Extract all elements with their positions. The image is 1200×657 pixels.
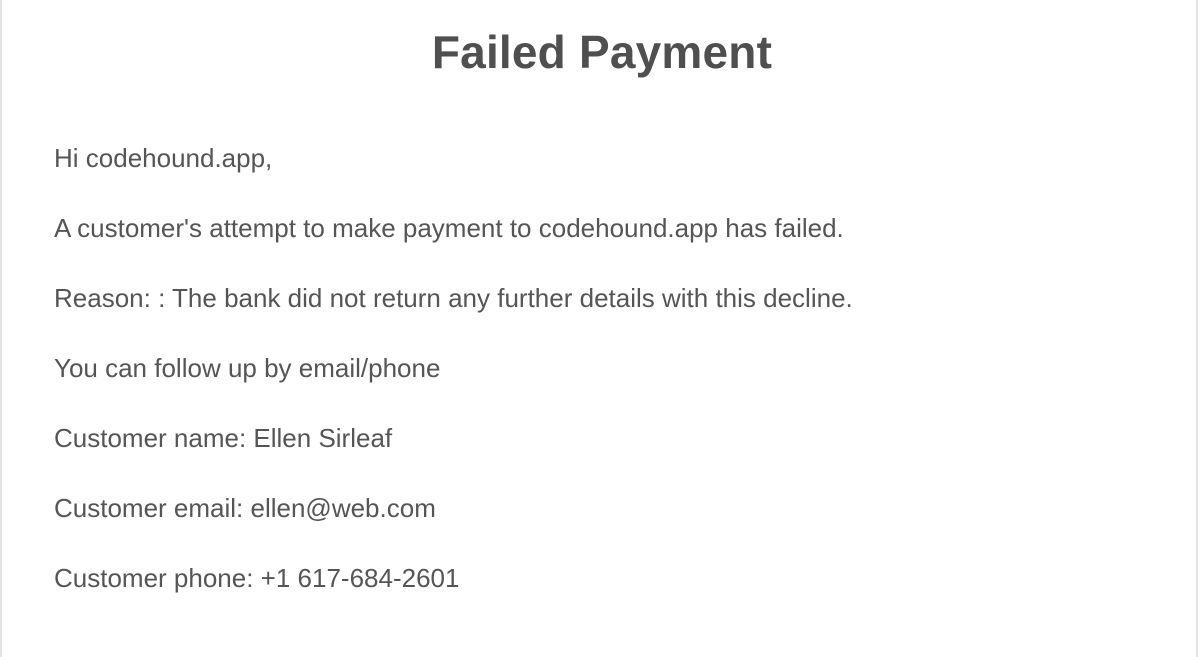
email-title: Failed Payment xyxy=(431,26,773,78)
customer-email: Customer email: ellen@web.com xyxy=(54,493,436,523)
decline-reason: Reason: : The bank did not return any fu… xyxy=(54,283,853,313)
customer-phone: Customer phone: +1 617-684-2601 xyxy=(54,563,460,593)
email-body: Hi codehound.app, A customer's attempt t… xyxy=(54,144,1156,634)
failure-message: A customer's attempt to make payment to … xyxy=(54,213,844,243)
email-frame: Failed Payment Hi codehound.app, A custo… xyxy=(0,0,1198,657)
greeting-text: Hi codehound.app, xyxy=(54,143,273,173)
follow-up-text: You can follow up by email/phone xyxy=(54,353,441,383)
customer-name: Customer name: Ellen Sirleaf xyxy=(54,423,393,453)
